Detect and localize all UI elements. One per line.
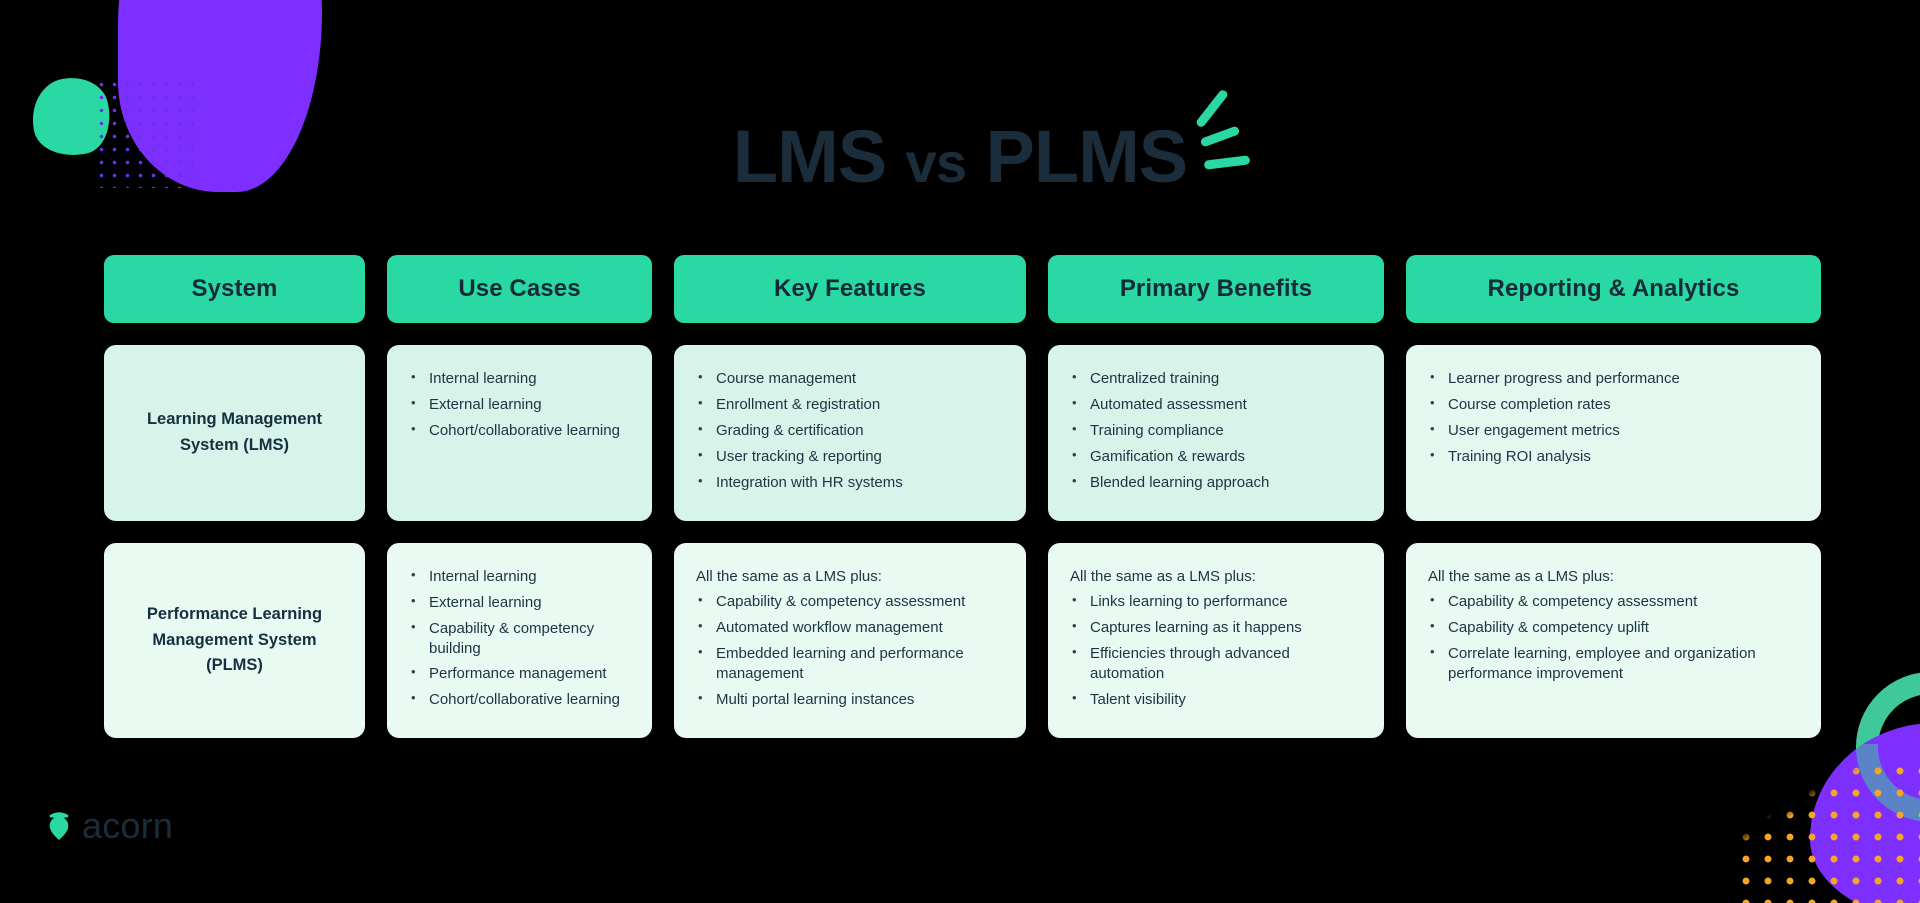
- list-item: Internal learning: [409, 368, 630, 395]
- cell-intro: All the same as a LMS plus:: [1070, 567, 1256, 585]
- table-row: Learning Management System (LMS): [104, 345, 365, 521]
- list-item: Capability & competency assessment: [696, 591, 1004, 618]
- list-item: Learner progress and performance: [1428, 368, 1799, 395]
- bullet-list: Learner progress and performanceCourse c…: [1428, 368, 1799, 473]
- list-item: Internal learning: [409, 566, 630, 593]
- cell-lms-reporting-analytics: Learner progress and performanceCourse c…: [1406, 345, 1821, 521]
- cell-plms-primary-benefits: All the same as a LMS plus: Links learni…: [1048, 542, 1384, 739]
- list-item: Enrollment & registration: [696, 394, 1004, 421]
- list-item: Capability & competency uplift: [1428, 617, 1799, 644]
- acorn-icon: [49, 812, 69, 840]
- brand-name: acorn: [82, 805, 174, 846]
- green-ring-overlay-icon: [1856, 744, 1920, 822]
- list-item: Capability & competency assessment: [1428, 591, 1799, 618]
- list-item: Captures learning as it happens: [1070, 617, 1362, 644]
- column-header-reporting-analytics: Reporting & Analytics: [1406, 255, 1821, 323]
- column-header-use-cases: Use Cases: [387, 255, 652, 323]
- list-item: Efficiencies through advanced automation: [1070, 643, 1362, 690]
- bullet-list: Capability & competency assessmentAutoma…: [696, 591, 1004, 716]
- infographic-canvas: LMS vs PLMS System Use Cases Key Feature…: [0, 0, 1920, 903]
- list-item: Multi portal learning instances: [696, 689, 1004, 716]
- system-name-plms: Performance Learning Management System (…: [146, 605, 323, 675]
- list-item: Correlate learning, employee and organiz…: [1428, 643, 1799, 690]
- column-header-system: System: [104, 255, 365, 323]
- cell-plms-key-features: All the same as a LMS plus: Capability &…: [674, 542, 1026, 739]
- bullet-list: Internal learningExternal learningCapabi…: [409, 566, 630, 717]
- cell-plms-reporting-analytics: All the same as a LMS plus: Capability &…: [1406, 542, 1821, 739]
- bullet-list: Course managementEnrollment & registrati…: [696, 368, 1004, 499]
- list-item: Course management: [696, 368, 1004, 395]
- list-item: Embedded learning and performance manage…: [696, 643, 1004, 690]
- bullet-list: Links learning to performanceCaptures le…: [1070, 591, 1362, 716]
- list-item: Cohort/collaborative learning: [409, 420, 630, 447]
- list-item: External learning: [409, 592, 630, 619]
- list-item: Centralized training: [1070, 368, 1362, 395]
- bullet-list: Capability & competency assessmentCapabi…: [1428, 591, 1799, 690]
- comparison-table: System Use Cases Key Features Primary Be…: [104, 255, 1821, 739]
- column-header-primary-benefits: Primary Benefits: [1048, 255, 1384, 323]
- list-item: External learning: [409, 394, 630, 421]
- list-item: Gamification & rewards: [1070, 446, 1362, 473]
- list-item: Automated workflow management: [696, 617, 1004, 644]
- cell-intro: All the same as a LMS plus:: [696, 567, 882, 585]
- table-row: Performance Learning Management System (…: [104, 542, 365, 739]
- list-item: Cohort/collaborative learning: [409, 689, 630, 716]
- cell-plms-use-cases: Internal learningExternal learningCapabi…: [387, 542, 652, 739]
- title-part-plms: PLMS: [985, 115, 1189, 198]
- cell-intro: All the same as a LMS plus:: [1428, 567, 1614, 585]
- orange-dot-grid-icon: [1735, 760, 1920, 903]
- list-item: Automated assessment: [1070, 394, 1362, 421]
- list-item: Talent visibility: [1070, 689, 1362, 716]
- list-item: Performance management: [409, 663, 630, 690]
- list-item: User tracking & reporting: [696, 446, 1004, 473]
- list-item: Links learning to performance: [1070, 591, 1362, 618]
- title-part-lms: LMS: [732, 115, 887, 198]
- bullet-list: Internal learningExternal learningCohort…: [409, 368, 630, 447]
- cell-lms-primary-benefits: Centralized trainingAutomated assessment…: [1048, 345, 1384, 521]
- bullet-list: Centralized trainingAutomated assessment…: [1070, 368, 1362, 499]
- page-title: LMS vs PLMS: [0, 120, 1920, 194]
- system-name-lms: Learning Management System (LMS): [146, 410, 323, 454]
- list-item: User engagement metrics: [1428, 420, 1799, 447]
- list-item: Blended learning approach: [1070, 472, 1362, 499]
- purple-blob-bottom-right-icon: [1810, 723, 1920, 903]
- cell-lms-use-cases: Internal learningExternal learningCohort…: [387, 345, 652, 521]
- title-part-vs: vs: [905, 131, 967, 194]
- list-item: Training compliance: [1070, 420, 1362, 447]
- list-item: Course completion rates: [1428, 394, 1799, 421]
- cell-lms-key-features: Course managementEnrollment & registrati…: [674, 345, 1026, 521]
- list-item: Capability & competency building: [409, 618, 630, 665]
- list-item: Integration with HR systems: [696, 472, 1004, 499]
- orange-dot-grid-overlay-icon: [1795, 760, 1920, 903]
- column-header-key-features: Key Features: [674, 255, 1026, 323]
- green-ring-bottom-right-icon: [1856, 672, 1920, 822]
- list-item: Training ROI analysis: [1428, 446, 1799, 473]
- brand-logo: acorn: [45, 808, 173, 844]
- list-item: Grading & certification: [696, 420, 1004, 447]
